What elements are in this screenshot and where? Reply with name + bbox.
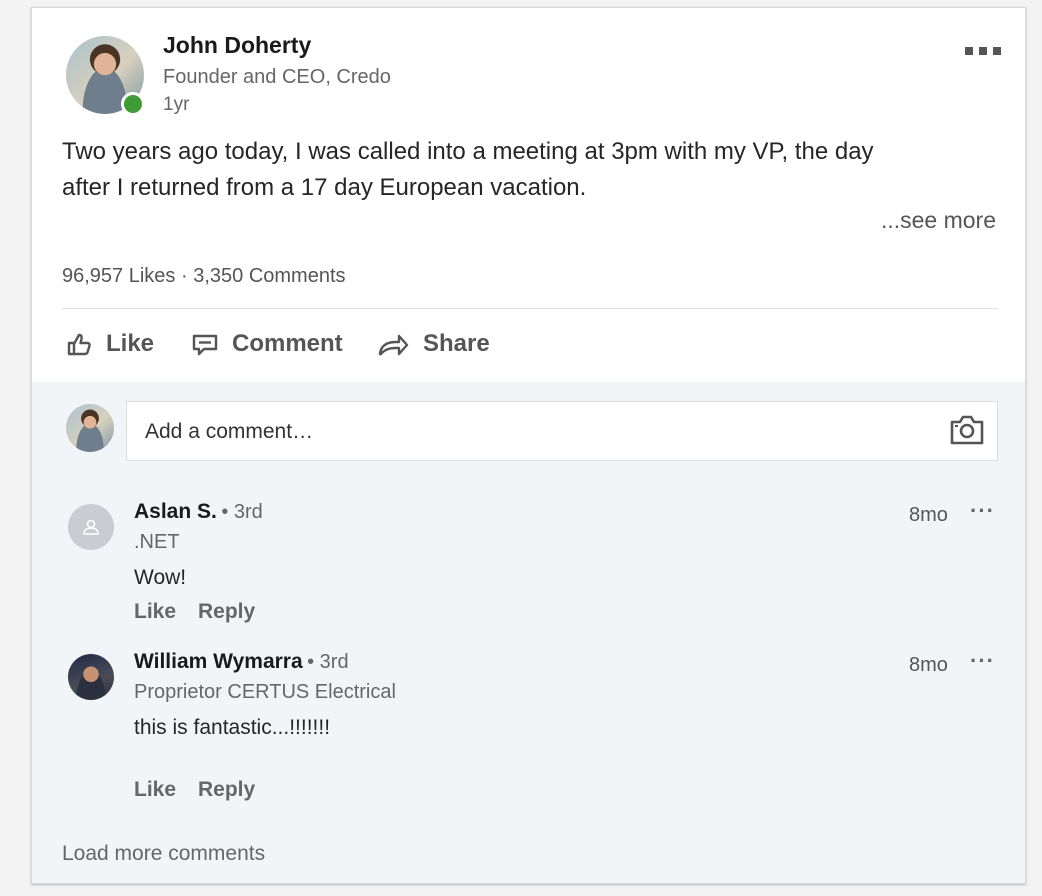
comment-label: Comment bbox=[232, 330, 343, 357]
add-comment-input[interactable] bbox=[143, 418, 927, 446]
author-headline: Founder and CEO, Credo bbox=[163, 66, 391, 88]
comment-text: this is fantastic...!!!!!!! bbox=[134, 716, 331, 739]
comment-like-button[interactable]: Like bbox=[134, 778, 176, 802]
commenter-headline: Proprietor CERTUS Electrical bbox=[134, 681, 396, 703]
comment-text: Wow! bbox=[134, 566, 187, 589]
likes-count[interactable]: 96,957 Likes bbox=[62, 265, 175, 287]
post-body: Two years ago today, I was called into a… bbox=[62, 134, 982, 206]
comment-button[interactable]: Comment bbox=[192, 330, 343, 358]
current-user-avatar bbox=[66, 404, 114, 452]
commenter-avatar[interactable] bbox=[68, 504, 114, 550]
social-counts: 96,957 Likes · 3,350 Comments bbox=[62, 265, 346, 288]
commenter-name[interactable]: Aslan S. bbox=[134, 500, 217, 523]
comment-header: William Wymarra • 3rd bbox=[134, 650, 349, 674]
counts-separator: · bbox=[180, 265, 188, 287]
online-status-indicator bbox=[121, 92, 145, 116]
see-more-link[interactable]: ...see more bbox=[881, 207, 996, 234]
comment-more-menu-button[interactable]: ··· bbox=[970, 498, 995, 524]
more-options-icon bbox=[965, 47, 1001, 55]
commenter-headline: .NET bbox=[134, 531, 180, 553]
like-icon bbox=[67, 333, 91, 356]
comments-count[interactable]: 3,350 Comments bbox=[193, 265, 345, 287]
feed-post-card: John Doherty Founder and CEO, Credo 1yr … bbox=[31, 7, 1026, 884]
share-button[interactable]: Share bbox=[377, 330, 490, 358]
add-comment-box[interactable] bbox=[126, 401, 998, 461]
author-name[interactable]: John Doherty bbox=[163, 32, 311, 59]
person-placeholder-icon bbox=[83, 519, 99, 535]
comment-header: Aslan S. • 3rd bbox=[134, 500, 263, 524]
post-text-line: after I returned from a 17 day European … bbox=[62, 174, 587, 201]
comment-icon bbox=[192, 334, 218, 356]
post-timestamp: 1yr bbox=[163, 94, 190, 115]
camera-icon[interactable] bbox=[949, 414, 985, 446]
comment-reply-button[interactable]: Reply bbox=[198, 600, 255, 624]
post-more-menu-button[interactable] bbox=[964, 30, 1002, 64]
like-label: Like bbox=[106, 330, 155, 357]
comment-timestamp: 8mo bbox=[909, 504, 948, 526]
commenter-name[interactable]: William Wymarra bbox=[134, 650, 303, 673]
connection-degree: • 3rd bbox=[221, 501, 263, 523]
comment-more-menu-button[interactable]: ··· bbox=[970, 648, 995, 674]
load-more-comments-link[interactable]: Load more comments bbox=[62, 842, 265, 866]
connection-degree: • 3rd bbox=[307, 651, 349, 673]
like-button[interactable]: Like bbox=[66, 330, 154, 358]
post-text-line: Two years ago today, I was called into a… bbox=[62, 138, 874, 165]
share-icon bbox=[378, 334, 409, 356]
comment-reply-button[interactable]: Reply bbox=[198, 778, 255, 802]
divider bbox=[62, 308, 998, 309]
share-label: Share bbox=[423, 330, 490, 357]
comment-timestamp: 8mo bbox=[909, 654, 948, 676]
comment-like-button[interactable]: Like bbox=[134, 600, 176, 624]
commenter-avatar[interactable] bbox=[68, 654, 114, 700]
